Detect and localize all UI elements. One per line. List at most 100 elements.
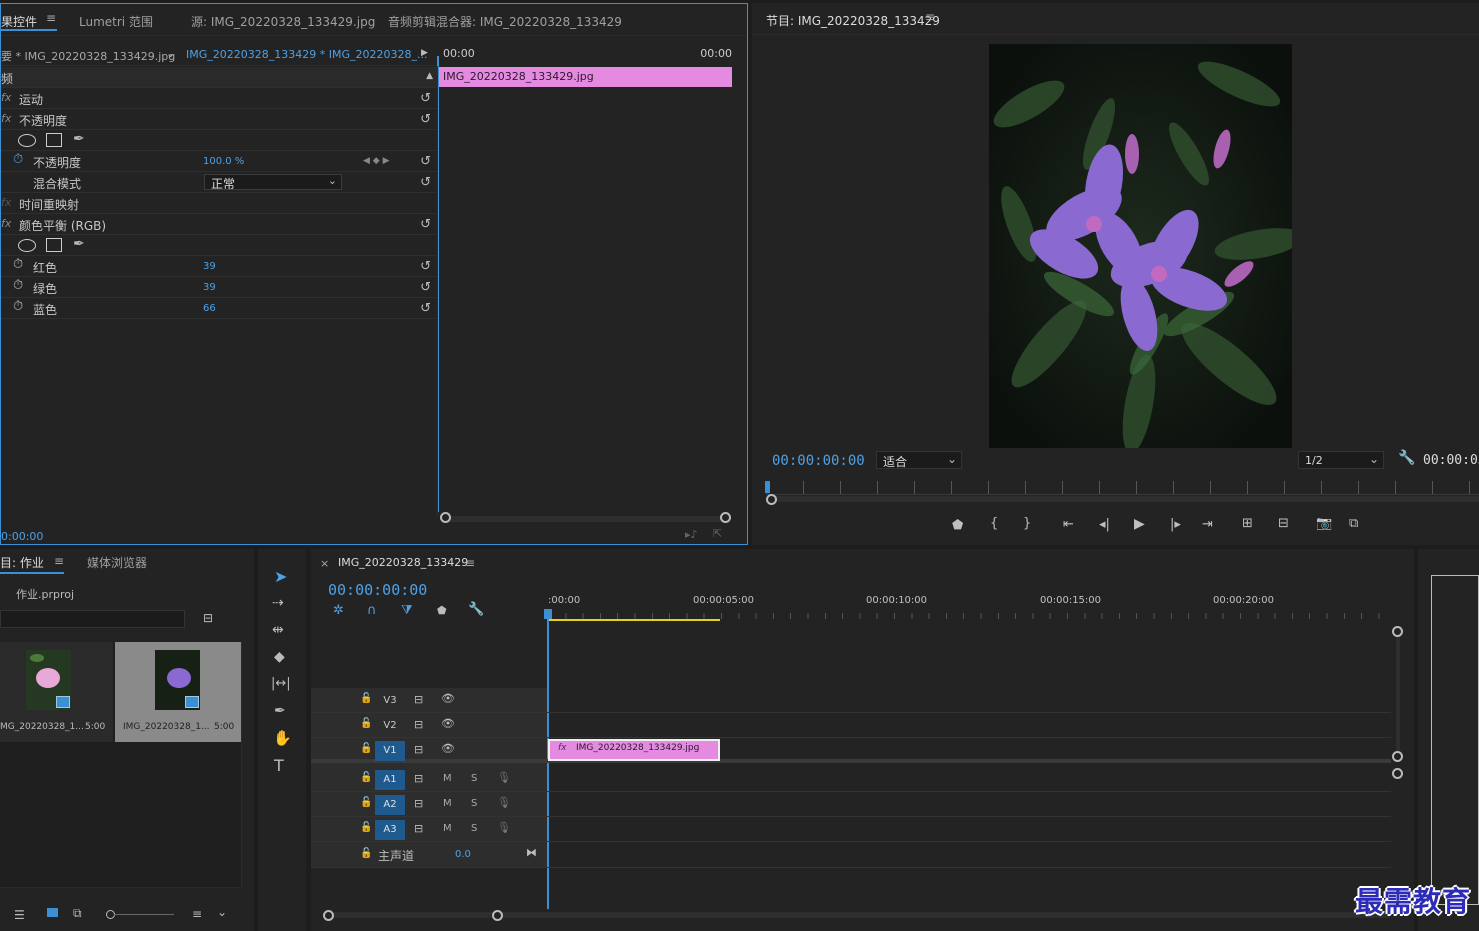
stopwatch-icon[interactable]: ⏱	[13, 299, 23, 314]
blue-value[interactable]: 66	[203, 303, 216, 314]
ellipse-mask-icon[interactable]	[18, 134, 36, 147]
blend-mode-select[interactable]: 正常 ⌄	[204, 174, 342, 191]
lock-icon[interactable]: 🔓	[360, 718, 372, 729]
eye-icon[interactable]: 👁	[441, 717, 455, 730]
resolution-select[interactable]: 1/2 ⌄	[1298, 451, 1384, 469]
track-select-tool-icon[interactable]: ⇢	[272, 595, 284, 611]
razor-tool-icon[interactable]: ◆	[274, 649, 285, 665]
rectangle-mask-icon[interactable]	[46, 133, 62, 147]
project-search-input[interactable]	[0, 610, 185, 628]
timeline-zoom-scrollbar[interactable]	[331, 912, 1391, 918]
scroll-handle-icon[interactable]	[1392, 626, 1403, 637]
lock-icon[interactable]: 🔓	[360, 693, 372, 704]
tab-project[interactable]: 目: 作业	[0, 554, 44, 571]
stopwatch-icon[interactable]: ⏱	[13, 152, 23, 167]
sync-lock-icon[interactable]: ⊟	[414, 822, 423, 835]
ellipse-mask-icon[interactable]	[18, 239, 36, 252]
track-label-v3[interactable]: V3	[375, 691, 405, 711]
tab-audio-clip-mixer[interactable]: 音频剪辑混合器: IMG_20220328_133429	[388, 13, 622, 30]
snap-icon[interactable]: ∩	[367, 603, 377, 618]
lock-icon[interactable]: 🔓	[360, 822, 372, 833]
solo-button[interactable]: S	[471, 798, 477, 809]
ec-current-time[interactable]: 0:00:00	[1, 530, 43, 543]
scroll-handle-left-icon[interactable]	[766, 494, 777, 505]
program-scrollbar[interactable]	[772, 496, 1479, 502]
add-marker-icon[interactable]: ⬟	[952, 518, 963, 533]
chevron-down-icon[interactable]: ⌄	[166, 47, 175, 60]
time-remap-row[interactable]: fx 时间重映射	[1, 193, 437, 214]
play-only-icon[interactable]: ▶	[421, 48, 428, 58]
tab-program-monitor[interactable]: 节目: IMG_20220328_133429	[766, 12, 940, 29]
compare-view-icon[interactable]: ⧉	[1349, 516, 1358, 531]
keyframe-nav-icon[interactable]: ◀ ◆ ▶	[363, 156, 390, 166]
tab-lumetri-scopes[interactable]: Lumetri 范围	[79, 13, 153, 30]
program-current-timecode[interactable]: 00:00:00:00	[772, 453, 865, 469]
sequence-clip-path[interactable]: IMG_20220328_133429 * IMG_20220328_...	[186, 48, 427, 61]
tab-sequence[interactable]: IMG_20220328_133429	[338, 556, 468, 569]
go-to-in-icon[interactable]: ⇤	[1063, 517, 1074, 532]
rectangle-mask-icon[interactable]	[46, 238, 62, 252]
reset-icon[interactable]: ↺	[420, 217, 431, 232]
microphone-icon[interactable]: 🎙	[497, 821, 511, 834]
track-label-a3[interactable]: A3	[375, 820, 405, 840]
sync-lock-icon[interactable]: ⊟	[414, 718, 423, 731]
chevron-down-icon[interactable]: ⌄	[217, 905, 227, 919]
panel-menu-icon[interactable]: ≡	[925, 10, 935, 24]
lock-icon[interactable]: 🔓	[360, 743, 372, 754]
eye-icon[interactable]: 👁	[441, 742, 455, 755]
lock-icon[interactable]: 🔓	[360, 772, 372, 783]
slip-tool-icon[interactable]: |↔|	[271, 676, 291, 691]
scroll-handle-icon[interactable]	[1392, 751, 1403, 762]
nest-icon[interactable]: ✲	[333, 603, 344, 618]
red-value[interactable]: 39	[203, 261, 216, 272]
red-param-row[interactable]: ⏱ 红色 39 ↺	[1, 256, 437, 277]
reset-icon[interactable]: ↺	[420, 112, 431, 127]
scroll-handle-icon[interactable]	[1392, 768, 1403, 779]
eye-icon[interactable]: 👁	[441, 692, 455, 705]
work-area-bar[interactable]	[548, 619, 720, 621]
tab-source[interactable]: 源: IMG_20220328_133429.jpg	[191, 13, 375, 30]
green-value[interactable]: 39	[203, 282, 216, 293]
ec-timeline-ruler[interactable]: 00:00 00:00	[438, 44, 748, 66]
close-icon[interactable]: ×	[320, 557, 329, 570]
project-item[interactable]: MG_20220328_1... 5:00	[0, 642, 113, 742]
panel-menu-icon[interactable]: ≡	[46, 11, 56, 25]
collapse-icon[interactable]: ▲	[426, 71, 433, 81]
zoom-slider-track[interactable]	[114, 914, 174, 915]
stopwatch-icon[interactable]: ⏱	[13, 278, 23, 293]
sync-lock-icon[interactable]: ⊟	[414, 797, 423, 810]
timeline-current-timecode[interactable]: 00:00:00:00	[328, 581, 427, 599]
play-button-icon[interactable]: ▶	[1134, 516, 1145, 532]
reset-icon[interactable]: ↺	[420, 91, 431, 106]
vertical-scrollbar[interactable]	[1396, 637, 1400, 751]
opacity-effect-row[interactable]: fx 不透明度 ↺	[1, 109, 437, 130]
master-volume-value[interactable]: 0.0	[455, 849, 471, 860]
tab-media-browser[interactable]: 媒体浏览器	[87, 554, 147, 571]
solo-button[interactable]: S	[471, 823, 477, 834]
fit-select[interactable]: 适合 ⌄	[876, 451, 962, 469]
track-label-a1[interactable]: A1	[375, 770, 405, 790]
panel-menu-icon[interactable]: ≡	[54, 554, 64, 568]
playhead-handle[interactable]	[544, 609, 552, 619]
program-playhead[interactable]	[765, 481, 770, 493]
scroll-handle-right-icon[interactable]	[720, 512, 731, 523]
audio-toggle-icon[interactable]: ▸♪	[685, 528, 698, 541]
reset-icon[interactable]: ↺	[420, 280, 431, 295]
sync-lock-icon[interactable]: ⊟	[414, 693, 423, 706]
green-param-row[interactable]: ⏱ 绿色 39 ↺	[1, 277, 437, 298]
ec-clip-bar[interactable]: IMG_20220328_133429.jpg	[439, 67, 732, 87]
program-video-frame[interactable]	[989, 44, 1292, 448]
project-item[interactable]: IMG_20220328_1... 5:00	[115, 642, 241, 742]
sort-icon[interactable]: ≡	[192, 907, 202, 921]
mark-in-icon[interactable]: {	[990, 516, 998, 531]
scroll-handle-right-icon[interactable]	[492, 910, 503, 921]
reset-icon[interactable]: ↺	[420, 175, 431, 190]
opacity-value[interactable]: 100.0 %	[203, 156, 244, 167]
pen-tool-icon[interactable]: ✒	[274, 703, 286, 719]
stopwatch-icon[interactable]: ⏱	[13, 257, 23, 272]
microphone-icon[interactable]: 🎙	[497, 771, 511, 784]
blue-param-row[interactable]: ⏱ 蓝色 66 ↺	[1, 298, 437, 319]
color-balance-row[interactable]: fx 颜色平衡 (RGB) ↺	[1, 214, 437, 235]
mute-button[interactable]: M	[443, 773, 452, 784]
freeform-view-icon[interactable]: ⧉	[73, 906, 82, 921]
